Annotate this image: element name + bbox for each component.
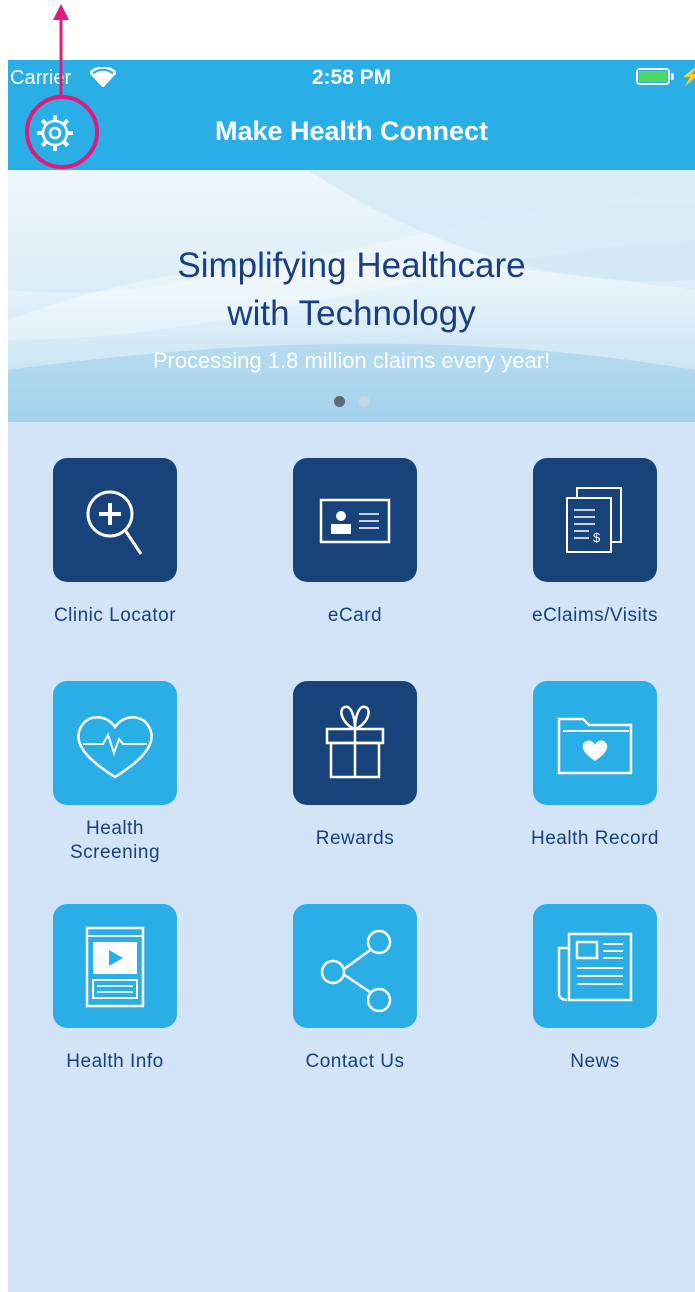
health-screening-label: Health Screening	[15, 817, 215, 865]
clinic-locator-label: Clinic Locator	[53, 605, 177, 626]
menu-item-health-screening[interactable]: Health Screening	[15, 681, 215, 896]
eclaims-label: eClaims/Visits	[532, 605, 658, 626]
nav-bar: Make Health Connect	[8, 96, 695, 170]
status-time: 2:58 PM	[311, 66, 392, 89]
health-screening-label-line2: Screening	[69, 842, 161, 863]
app-title: Make Health Connect	[214, 116, 489, 146]
health-screening-tile	[53, 681, 177, 805]
menu-item-health-record[interactable]: Health Record	[495, 681, 695, 896]
battery-tip	[671, 73, 674, 80]
banner-headline-line2: with Technology	[227, 294, 476, 333]
promo-banner[interactable]: Simplifying Healthcare with Technology P…	[8, 170, 695, 422]
id-card-icon	[319, 498, 391, 544]
video-article-icon	[85, 926, 145, 1008]
health-record-label: Health Record	[531, 828, 659, 849]
menu-item-health-info[interactable]: Health Info	[15, 904, 215, 1119]
clinic-locator-tile	[53, 458, 177, 582]
menu-item-clinic-locator[interactable]: Clinic Locator	[15, 458, 215, 673]
contact-us-label: Contact Us	[305, 1051, 405, 1072]
claim-documents-icon: $	[566, 487, 622, 553]
menu-item-contact-us[interactable]: Contact Us	[255, 904, 455, 1119]
menu-item-rewards[interactable]: Rewards	[255, 681, 455, 896]
battery-icon	[636, 68, 670, 85]
banner-headline: Simplifying Healthcare with Technology	[8, 242, 695, 338]
annotation-area	[0, 0, 695, 60]
health-record-tile	[533, 681, 657, 805]
share-icon	[320, 929, 392, 1013]
rewards-tile	[293, 681, 417, 805]
status-bar: Carrier 2:58 PM ⚡	[8, 60, 695, 96]
heartbeat-icon	[77, 716, 153, 779]
news-label: News	[570, 1051, 620, 1072]
heart-folder-icon	[557, 717, 633, 775]
eclaims-tile: $	[533, 458, 657, 582]
page-dot-2[interactable]	[358, 396, 370, 407]
menu-item-ecard[interactable]: eCard	[255, 458, 455, 673]
health-info-tile	[53, 904, 177, 1028]
page-indicator	[8, 396, 695, 407]
gift-icon	[325, 705, 385, 779]
rewards-label: Rewards	[315, 828, 395, 849]
banner-headline-line1: Simplifying Healthcare	[177, 246, 526, 285]
health-screening-label-line1: Health	[86, 818, 144, 839]
contact-us-tile	[293, 904, 417, 1028]
newspaper-icon	[557, 932, 633, 1002]
svg-text:$: $	[593, 530, 601, 545]
menu-item-eclaims-visits[interactable]: $ eClaims/Visits	[495, 458, 695, 673]
ecard-tile	[293, 458, 417, 582]
page-dot-1[interactable]	[333, 396, 345, 407]
magnifier-plus-icon	[86, 490, 143, 555]
menu-item-news[interactable]: News	[495, 904, 695, 1119]
health-info-label: Health Info	[66, 1051, 164, 1072]
news-tile	[533, 904, 657, 1028]
app-screen: Carrier 2:58 PM ⚡ Make Health Connect Si…	[8, 60, 695, 1292]
banner-subtext: Processing 1.8 million claims every year…	[152, 348, 551, 373]
ecard-label: eCard	[327, 605, 383, 626]
charging-icon: ⚡	[680, 66, 695, 86]
